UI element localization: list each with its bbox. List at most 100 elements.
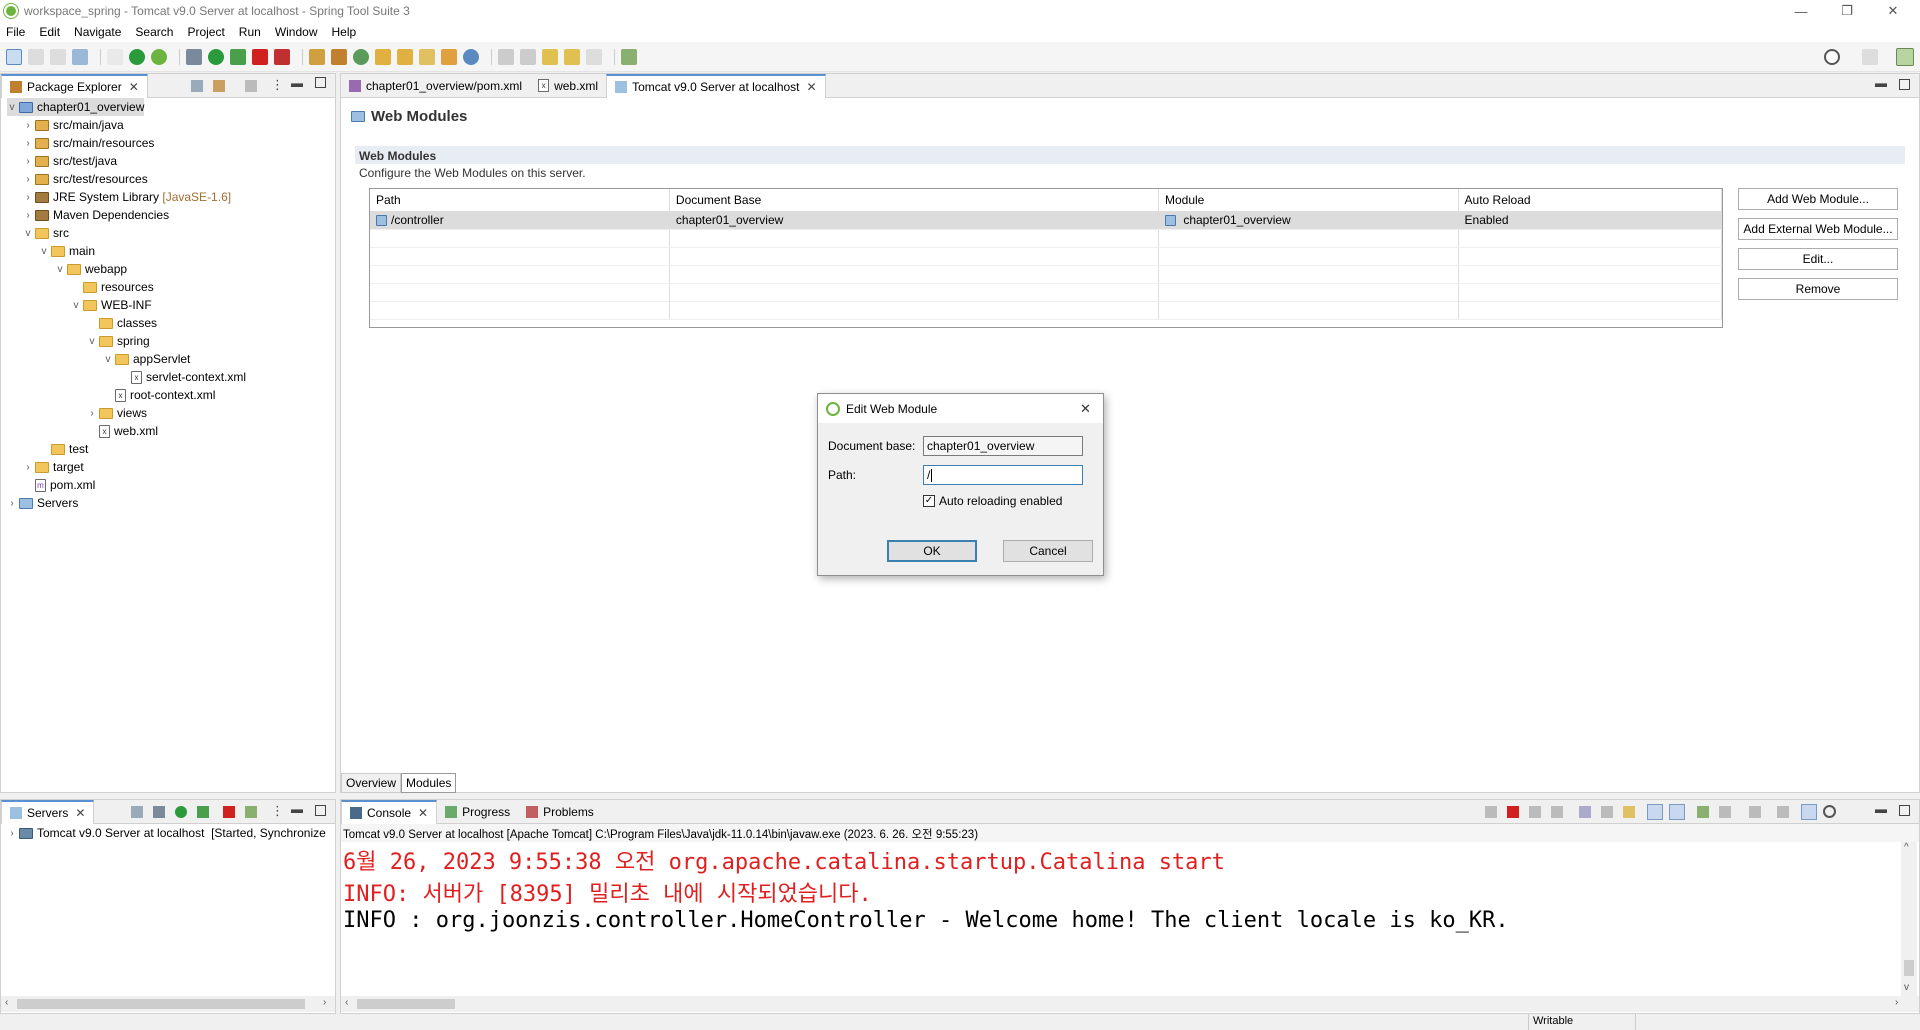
print-icon[interactable] — [72, 48, 88, 65]
maximize-view-icon[interactable] — [1899, 79, 1910, 90]
spring-console-icon[interactable] — [1801, 804, 1817, 820]
tree-item[interactable]: v src — [23, 224, 70, 242]
tree-item[interactable]: x web.xml — [87, 422, 158, 440]
tree-item[interactable]: v WEB-INF — [71, 296, 152, 314]
show-stderr-icon[interactable] — [1669, 804, 1685, 820]
tree-item[interactable]: resources — [71, 278, 154, 296]
menu-edit[interactable]: Edit — [39, 25, 60, 39]
scroll-left-icon[interactable]: ‹ — [345, 997, 348, 1008]
tree-item[interactable]: › views — [87, 404, 147, 422]
boot-dashboard-icon[interactable] — [129, 48, 145, 65]
tree-item[interactable]: › src/test/resources — [23, 170, 147, 188]
new-icon[interactable] — [6, 48, 22, 65]
tree-item[interactable]: classes — [87, 314, 157, 332]
browser-icon[interactable] — [463, 48, 479, 65]
tab-web-xml[interactable]: x web.xml — [530, 74, 606, 98]
ok-button[interactable]: OK — [887, 540, 977, 562]
pin-console-icon[interactable] — [1697, 806, 1709, 818]
tab-servers[interactable]: Servers ✕ — [1, 799, 95, 824]
scroll-right-icon[interactable]: › — [1895, 997, 1898, 1008]
chevron-right-icon[interactable]: › — [23, 138, 33, 149]
stop-server-icon[interactable] — [223, 806, 235, 818]
chevron-right-icon[interactable]: › — [7, 498, 17, 509]
tab-modules[interactable]: Modules — [401, 773, 457, 793]
remove-all-icon[interactable] — [1551, 806, 1563, 818]
scroll-left-icon[interactable]: ‹ — [5, 997, 8, 1008]
link-editor-icon[interactable] — [213, 80, 225, 92]
remove-button[interactable]: Remove — [1738, 278, 1898, 300]
add-external-web-module-button[interactable]: Add External Web Module... — [1738, 218, 1898, 240]
auto-reload-checkbox-row[interactable]: ✓ Auto reloading enabled — [923, 494, 1062, 508]
tree-item[interactable]: › Servers — [7, 494, 78, 512]
tree-item[interactable]: v spring — [87, 332, 150, 350]
tab-pom-xml[interactable]: chapter01_overview/pom.xml — [341, 74, 530, 98]
new-class-icon[interactable] — [331, 48, 347, 65]
save-icon[interactable] — [28, 48, 44, 65]
menu-window[interactable]: Window — [275, 25, 318, 39]
tree-item[interactable]: test — [39, 440, 88, 458]
view-menu-icon[interactable]: ⋮ — [271, 77, 284, 93]
menu-navigate[interactable]: Navigate — [74, 25, 121, 39]
tree-item[interactable]: › src/main/java — [23, 116, 123, 134]
tab-problems[interactable]: Problems — [518, 800, 602, 824]
pin-editor-icon[interactable] — [621, 48, 637, 65]
chevron-down-icon[interactable]: v — [103, 354, 113, 365]
prev-annotation-icon[interactable] — [520, 48, 536, 65]
search-icon[interactable] — [1824, 49, 1840, 65]
scrollbar-thumb[interactable] — [1904, 960, 1914, 976]
show-stdout-icon[interactable] — [1647, 804, 1663, 820]
path-field[interactable]: / — [923, 465, 1083, 485]
chevron-down-icon[interactable]: v — [39, 246, 49, 257]
edit-button[interactable]: Edit... — [1738, 248, 1898, 270]
tree-item[interactable]: › src/main/resources — [23, 134, 154, 152]
forward-icon[interactable] — [586, 48, 602, 65]
minimize-view-icon[interactable]: ▬ — [291, 76, 303, 90]
close-icon[interactable]: ✕ — [1080, 401, 1091, 417]
spring-perspective-icon[interactable] — [1896, 48, 1914, 66]
table-row[interactable]: /controller chapter01_overview chapter01… — [370, 211, 1723, 230]
profile-server-icon[interactable] — [197, 806, 209, 818]
chevron-down-icon[interactable]: v — [23, 228, 33, 239]
maximize-view-icon[interactable] — [315, 77, 326, 88]
scrollbar-thumb[interactable] — [357, 999, 455, 1009]
restart-icon[interactable] — [1485, 806, 1497, 818]
scroll-right-icon[interactable]: › — [323, 997, 326, 1008]
tree-item[interactable]: x servlet-context.xml — [119, 368, 246, 386]
filter-icon[interactable] — [245, 80, 257, 92]
chevron-down-icon[interactable]: v — [87, 336, 97, 347]
tree-item[interactable]: v webapp — [55, 260, 128, 278]
scrollbar-thumb[interactable] — [17, 999, 305, 1009]
chevron-down-icon[interactable]: v — [7, 102, 17, 113]
open-console-icon[interactable] — [1749, 806, 1761, 818]
tree-item[interactable]: m pom.xml — [23, 476, 95, 494]
display-console-icon[interactable] — [1719, 806, 1731, 818]
tree-item[interactable]: › target — [23, 458, 83, 476]
clear-console-icon[interactable] — [1579, 806, 1591, 818]
open-perspective-icon[interactable] — [1862, 49, 1878, 65]
chevron-right-icon[interactable]: › — [7, 828, 17, 839]
terminate-icon[interactable] — [274, 48, 290, 65]
maximize-view-icon[interactable] — [1899, 805, 1910, 816]
chevron-right-icon[interactable]: › — [23, 174, 33, 185]
minimize-view-icon[interactable]: ▬ — [1875, 802, 1887, 816]
column-header-document-base[interactable]: Document Base — [669, 189, 1159, 212]
tree-item[interactable]: v appServlet — [103, 350, 191, 368]
run-icon[interactable] — [208, 48, 224, 65]
copy-icon[interactable] — [1777, 806, 1789, 818]
menu-help[interactable]: Help — [332, 25, 357, 39]
chevron-right-icon[interactable]: › — [23, 156, 33, 167]
document-base-field[interactable]: chapter01_overview — [923, 436, 1083, 456]
menu-run[interactable]: Run — [239, 25, 261, 39]
close-icon[interactable]: ✕ — [129, 80, 139, 94]
close-window-button[interactable]: ✕ — [1870, 0, 1916, 22]
open-type-icon[interactable] — [375, 48, 391, 65]
run-external-icon[interactable] — [230, 48, 246, 65]
tab-progress[interactable]: Progress — [437, 800, 518, 824]
horizontal-scrollbar[interactable]: ‹ › — [1, 996, 335, 1012]
debug-icon[interactable] — [186, 48, 202, 65]
back-icon[interactable] — [564, 48, 580, 65]
new-spring-icon[interactable] — [353, 48, 369, 65]
menu-search[interactable]: Search — [135, 25, 173, 39]
close-icon[interactable]: ✕ — [75, 806, 85, 820]
cancel-button[interactable]: Cancel — [1003, 540, 1093, 562]
